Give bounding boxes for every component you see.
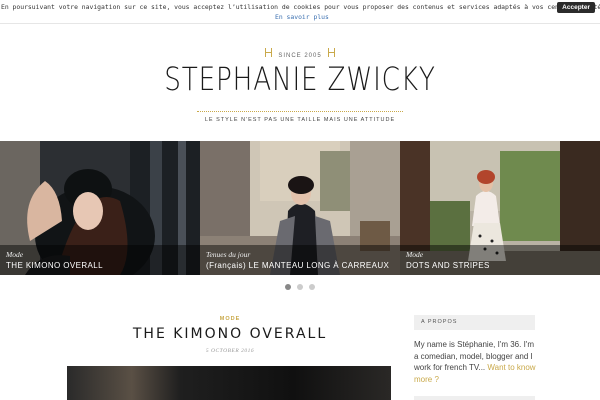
slide-caption: Mode DOTS AND STRIPES xyxy=(400,245,600,275)
slide-2[interactable]: Tenues du jour (Français) LE MANTEAU LON… xyxy=(200,141,400,275)
ornament-icon xyxy=(265,48,273,57)
slider-pagination xyxy=(0,284,600,290)
slide-title[interactable]: THE KIMONO OVERALL xyxy=(6,261,103,270)
cookie-consent-bar: En poursuivant votre navigation sur ce s… xyxy=(0,0,600,24)
slide-3[interactable]: Mode DOTS AND STRIPES xyxy=(400,141,600,275)
slide-category[interactable]: Mode xyxy=(6,250,23,259)
site-tagline: LE STYLE N'EST PAS UNE TAILLE MAIS UNE A… xyxy=(0,106,600,123)
cookie-message: En poursuivant votre navigation sur ce s… xyxy=(1,3,600,11)
slide-category[interactable]: Mode xyxy=(406,250,423,259)
about-heading-text: A PROPOS xyxy=(421,319,458,325)
post-category[interactable]: MODE xyxy=(30,316,430,322)
slide-1[interactable]: Mode THE KIMONO OVERALL xyxy=(0,141,200,275)
slide-title[interactable]: DOTS AND STRIPES xyxy=(406,261,490,270)
slider-dot-2[interactable] xyxy=(297,284,303,290)
accept-cookies-button[interactable]: Accepter xyxy=(557,2,595,13)
post-featured-image[interactable] xyxy=(67,366,391,400)
since-text: SINCE 2005 xyxy=(278,53,322,59)
next-widget-heading xyxy=(414,396,535,400)
slide-caption: Mode THE KIMONO OVERALL xyxy=(0,245,200,275)
about-widget-heading: A PROPOS xyxy=(414,315,535,330)
slide-category[interactable]: Tenues du jour xyxy=(206,250,250,259)
slider-dot-1[interactable] xyxy=(285,284,291,290)
post-title[interactable]: THE KIMONO OVERALL xyxy=(30,326,430,342)
since-badge: SINCE 2005 xyxy=(0,42,600,61)
about-widget-body: My name is Stéphanie, I'm 36. I'm a come… xyxy=(414,339,538,385)
site-logo[interactable]: STEPHANIE ZWICKY xyxy=(54,60,546,98)
slide-caption: Tenues du jour (Français) LE MANTEAU LON… xyxy=(200,245,400,275)
featured-slider: Mode THE KIMONO OVERALL Tenues du jour (… xyxy=(0,141,600,275)
learn-more-link[interactable]: En savoir plus xyxy=(275,13,329,21)
ornament-icon xyxy=(327,48,335,57)
post-date: 5 OCTOBER 2016 xyxy=(205,348,255,354)
slider-dot-3[interactable] xyxy=(309,284,315,290)
slide-title[interactable]: (Français) LE MANTEAU LONG À CARREAUX xyxy=(206,261,389,270)
tagline-text: LE STYLE N'EST PAS UNE TAILLE MAIS UNE A… xyxy=(200,117,400,123)
